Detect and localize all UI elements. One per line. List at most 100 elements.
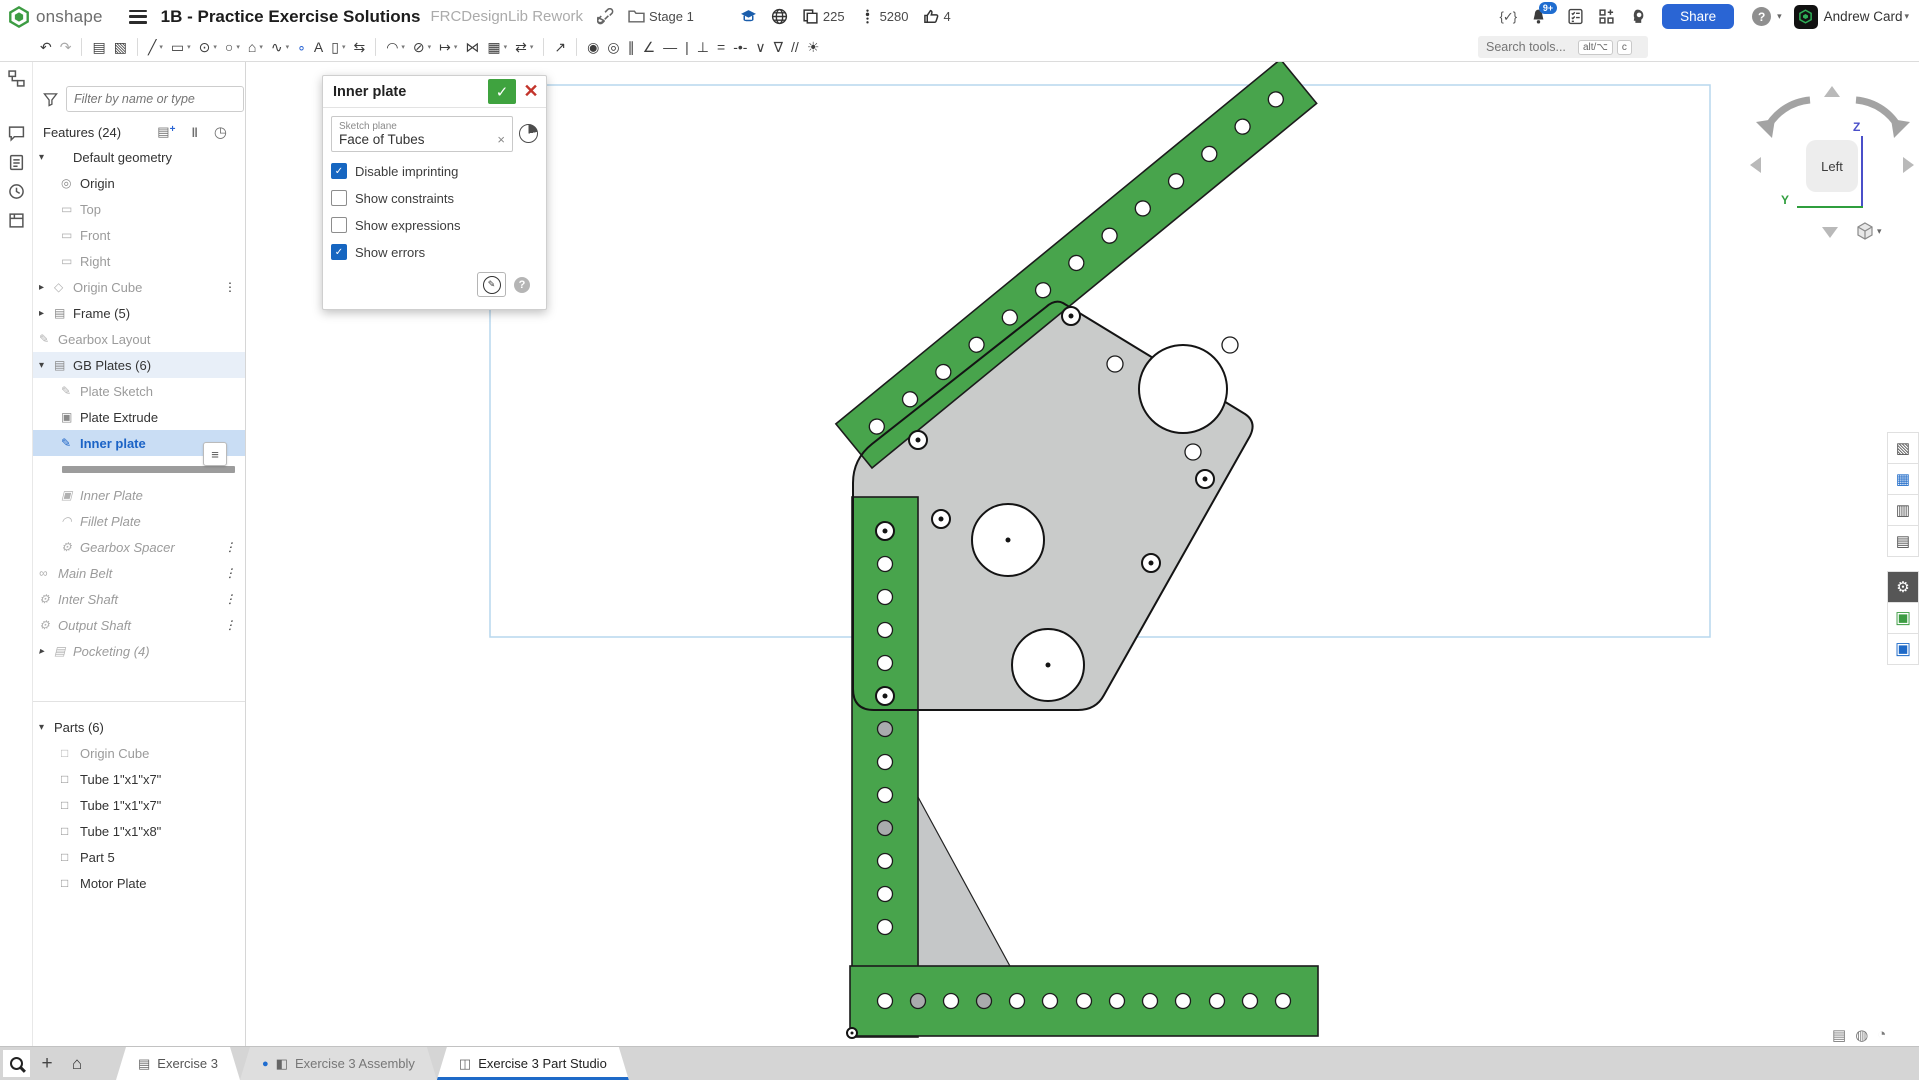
notifications-button[interactable]: 9+	[1530, 8, 1547, 25]
folder-breadcrumb[interactable]: Stage 1	[628, 8, 694, 25]
share-button[interactable]: Share	[1662, 4, 1734, 29]
separator[interactable]	[375, 38, 376, 56]
trim-tool-button[interactable]: ⊘ ▾	[410, 35, 434, 59]
offset-tool-button[interactable]: ⇆	[350, 35, 368, 59]
transform-tool-button[interactable]: ⇄ ▾	[512, 35, 536, 59]
checkbox-row[interactable]: Show constraints	[331, 190, 538, 206]
dimension-tool-button[interactable]: ↗	[551, 35, 569, 59]
history-icon[interactable]	[8, 183, 25, 200]
crosshatch-button[interactable]: //	[788, 35, 802, 59]
copy-link-icon[interactable]	[597, 8, 614, 25]
tree-caret-icon[interactable]: ▾	[39, 722, 54, 733]
custom-feature-panel-button[interactable]: ⚙	[1887, 571, 1919, 603]
clock-pie-icon[interactable]	[519, 124, 538, 143]
separator[interactable]	[576, 38, 577, 56]
release-tasks-icon[interactable]	[1567, 8, 1584, 25]
tree-caret-icon[interactable]: ▸	[39, 282, 54, 293]
symmetric-constraint-button[interactable]: ∨	[752, 35, 768, 59]
midpoint-constraint-button[interactable]: -•-	[730, 35, 750, 59]
tree-row[interactable]: ✎ Plate Sketch	[33, 378, 245, 404]
tree-caret-icon[interactable]: ▾	[39, 152, 54, 163]
tree-row[interactable]: ▭ Front	[33, 222, 245, 248]
tree-row[interactable]: ▣ Plate Extrude	[33, 404, 245, 430]
parallel-constraint-button[interactable]: ∥	[625, 35, 638, 59]
comments-icon[interactable]	[8, 125, 25, 142]
spline-tool-button[interactable]: ∿ ▾	[268, 35, 292, 59]
overflow-menu-icon[interactable]: ⋮	[224, 540, 245, 554]
confirm-button[interactable]: ✓	[488, 79, 516, 104]
checkbox-row[interactable]: ✓ Show errors	[331, 244, 538, 260]
search-tools-box[interactable]: alt/⌥ c	[1478, 36, 1648, 58]
checkbox-row[interactable]: ✓ Disable imprinting	[331, 163, 538, 179]
part-row[interactable]: □ Tube 1"x1"x7"	[33, 792, 245, 818]
overflow-menu-icon[interactable]: ⋮	[224, 618, 245, 632]
versions-icon[interactable]	[8, 70, 25, 87]
text-tool-button[interactable]: A	[311, 35, 326, 59]
document-tab[interactable]: ● ◧ Exercise 3 Assembly	[240, 1047, 437, 1080]
tree-row[interactable]: ▣ Inner Plate	[33, 482, 245, 508]
vertical-constraint-button[interactable]: |	[682, 35, 692, 59]
fillet-tool-button[interactable]: ◠ ▾	[383, 35, 408, 59]
tree-caret-icon[interactable]: ▾	[39, 360, 54, 371]
sketch-mode-button[interactable]: ✎	[477, 272, 506, 297]
length-stat[interactable]: 5280	[859, 8, 909, 25]
rotate-left-arrow[interactable]	[1750, 157, 1761, 173]
checkbox[interactable]: ✓	[331, 244, 347, 260]
tree-row[interactable]: ▸ ◇ Origin Cube ⋮	[33, 274, 245, 300]
configuration-inputs-button[interactable]: ▤	[1887, 525, 1919, 557]
mirror-tool-button[interactable]: ⋈	[462, 35, 482, 59]
perpendicular-constraint-button[interactable]: ⊥	[694, 35, 712, 59]
rotate-up-arrow[interactable]	[1824, 86, 1840, 97]
section-view-icon[interactable]: ◔	[1877, 1026, 1886, 1044]
rotate-down-arrow[interactable]	[1822, 227, 1838, 238]
document-tab[interactable]: ▤ Exercise 3	[116, 1047, 240, 1080]
appearance-panel-button[interactable]: ▧	[1887, 432, 1919, 464]
redo-button[interactable]: ↷	[57, 35, 75, 59]
app-store-icon[interactable]	[1598, 8, 1615, 25]
featurescript-icon[interactable]: {✓}	[1500, 9, 1517, 25]
tree-row[interactable]: ◎ Origin	[33, 170, 245, 196]
fix-constraint-button[interactable]: ∇	[771, 35, 786, 59]
separator[interactable]	[81, 38, 82, 56]
configuration-table-button[interactable]: ▥	[1887, 494, 1919, 526]
point-tool-button[interactable]: ∘	[294, 35, 309, 59]
overflow-menu-icon[interactable]: ⋮	[224, 280, 245, 294]
part-row[interactable]: □ Origin Cube	[33, 740, 245, 766]
checkbox[interactable]	[331, 190, 347, 206]
onshape-logo-icon[interactable]	[8, 6, 30, 28]
render-sphere-icon[interactable]: ◍	[1855, 1026, 1868, 1044]
tangent-constraint-button[interactable]: ∠	[640, 35, 659, 59]
coincident-constraint-button[interactable]: ◉	[584, 35, 602, 59]
tree-row[interactable]: ▾ ▤ GB Plates (6)	[33, 352, 245, 378]
rectangle-tool-button[interactable]: ▭ ▾	[168, 35, 194, 59]
tasks-icon[interactable]	[8, 154, 25, 171]
polygon-tool-button[interactable]: ⌂ ▾	[245, 35, 266, 59]
center-circle-tool-button[interactable]: ⊙ ▾	[196, 35, 220, 59]
tree-row[interactable]: ◠ Fillet Plate	[33, 508, 245, 534]
overflow-menu-icon[interactable]: ⋮	[224, 566, 245, 580]
new-folder-icon[interactable]: ▤+	[157, 124, 175, 140]
view-cube-menu-button[interactable]: ▾	[1855, 221, 1882, 241]
tree-row[interactable]: ⚙ Output Shaft ⋮	[33, 612, 245, 638]
library-icon[interactable]	[8, 212, 25, 229]
tree-row[interactable]: ▸ ▤ Frame (5)	[33, 300, 245, 326]
tree-row[interactable]: ▾ Default geometry	[33, 144, 245, 170]
documentation-panel-button[interactable]: ▣	[1887, 633, 1919, 665]
tree-row[interactable]: ⚙ Gearbox Spacer ⋮	[33, 534, 245, 560]
separator[interactable]	[137, 38, 138, 56]
avatar[interactable]	[1794, 5, 1818, 29]
rotate-right-arrow[interactable]	[1903, 157, 1914, 173]
tree-row[interactable]: ⚙ Inter Shaft ⋮	[33, 586, 245, 612]
help-menu-button[interactable]: ? ▾	[1752, 7, 1782, 26]
learning-center-icon[interactable]	[1629, 8, 1646, 25]
checkbox-row[interactable]: Show expressions	[331, 217, 538, 233]
insert-dxf-button[interactable]: ▤	[89, 35, 108, 59]
line-tool-button[interactable]: ╱ ▾	[145, 35, 166, 59]
tree-caret-icon[interactable]: ▸	[39, 308, 54, 319]
checkbox[interactable]	[331, 217, 347, 233]
feature-flyout-button[interactable]: ≡	[203, 442, 227, 466]
equal-constraint-button[interactable]: =	[714, 35, 728, 59]
normal-button[interactable]: ☀	[804, 35, 823, 59]
clear-selection-icon[interactable]: ×	[497, 132, 505, 147]
search-tabs-button[interactable]	[3, 1050, 30, 1077]
